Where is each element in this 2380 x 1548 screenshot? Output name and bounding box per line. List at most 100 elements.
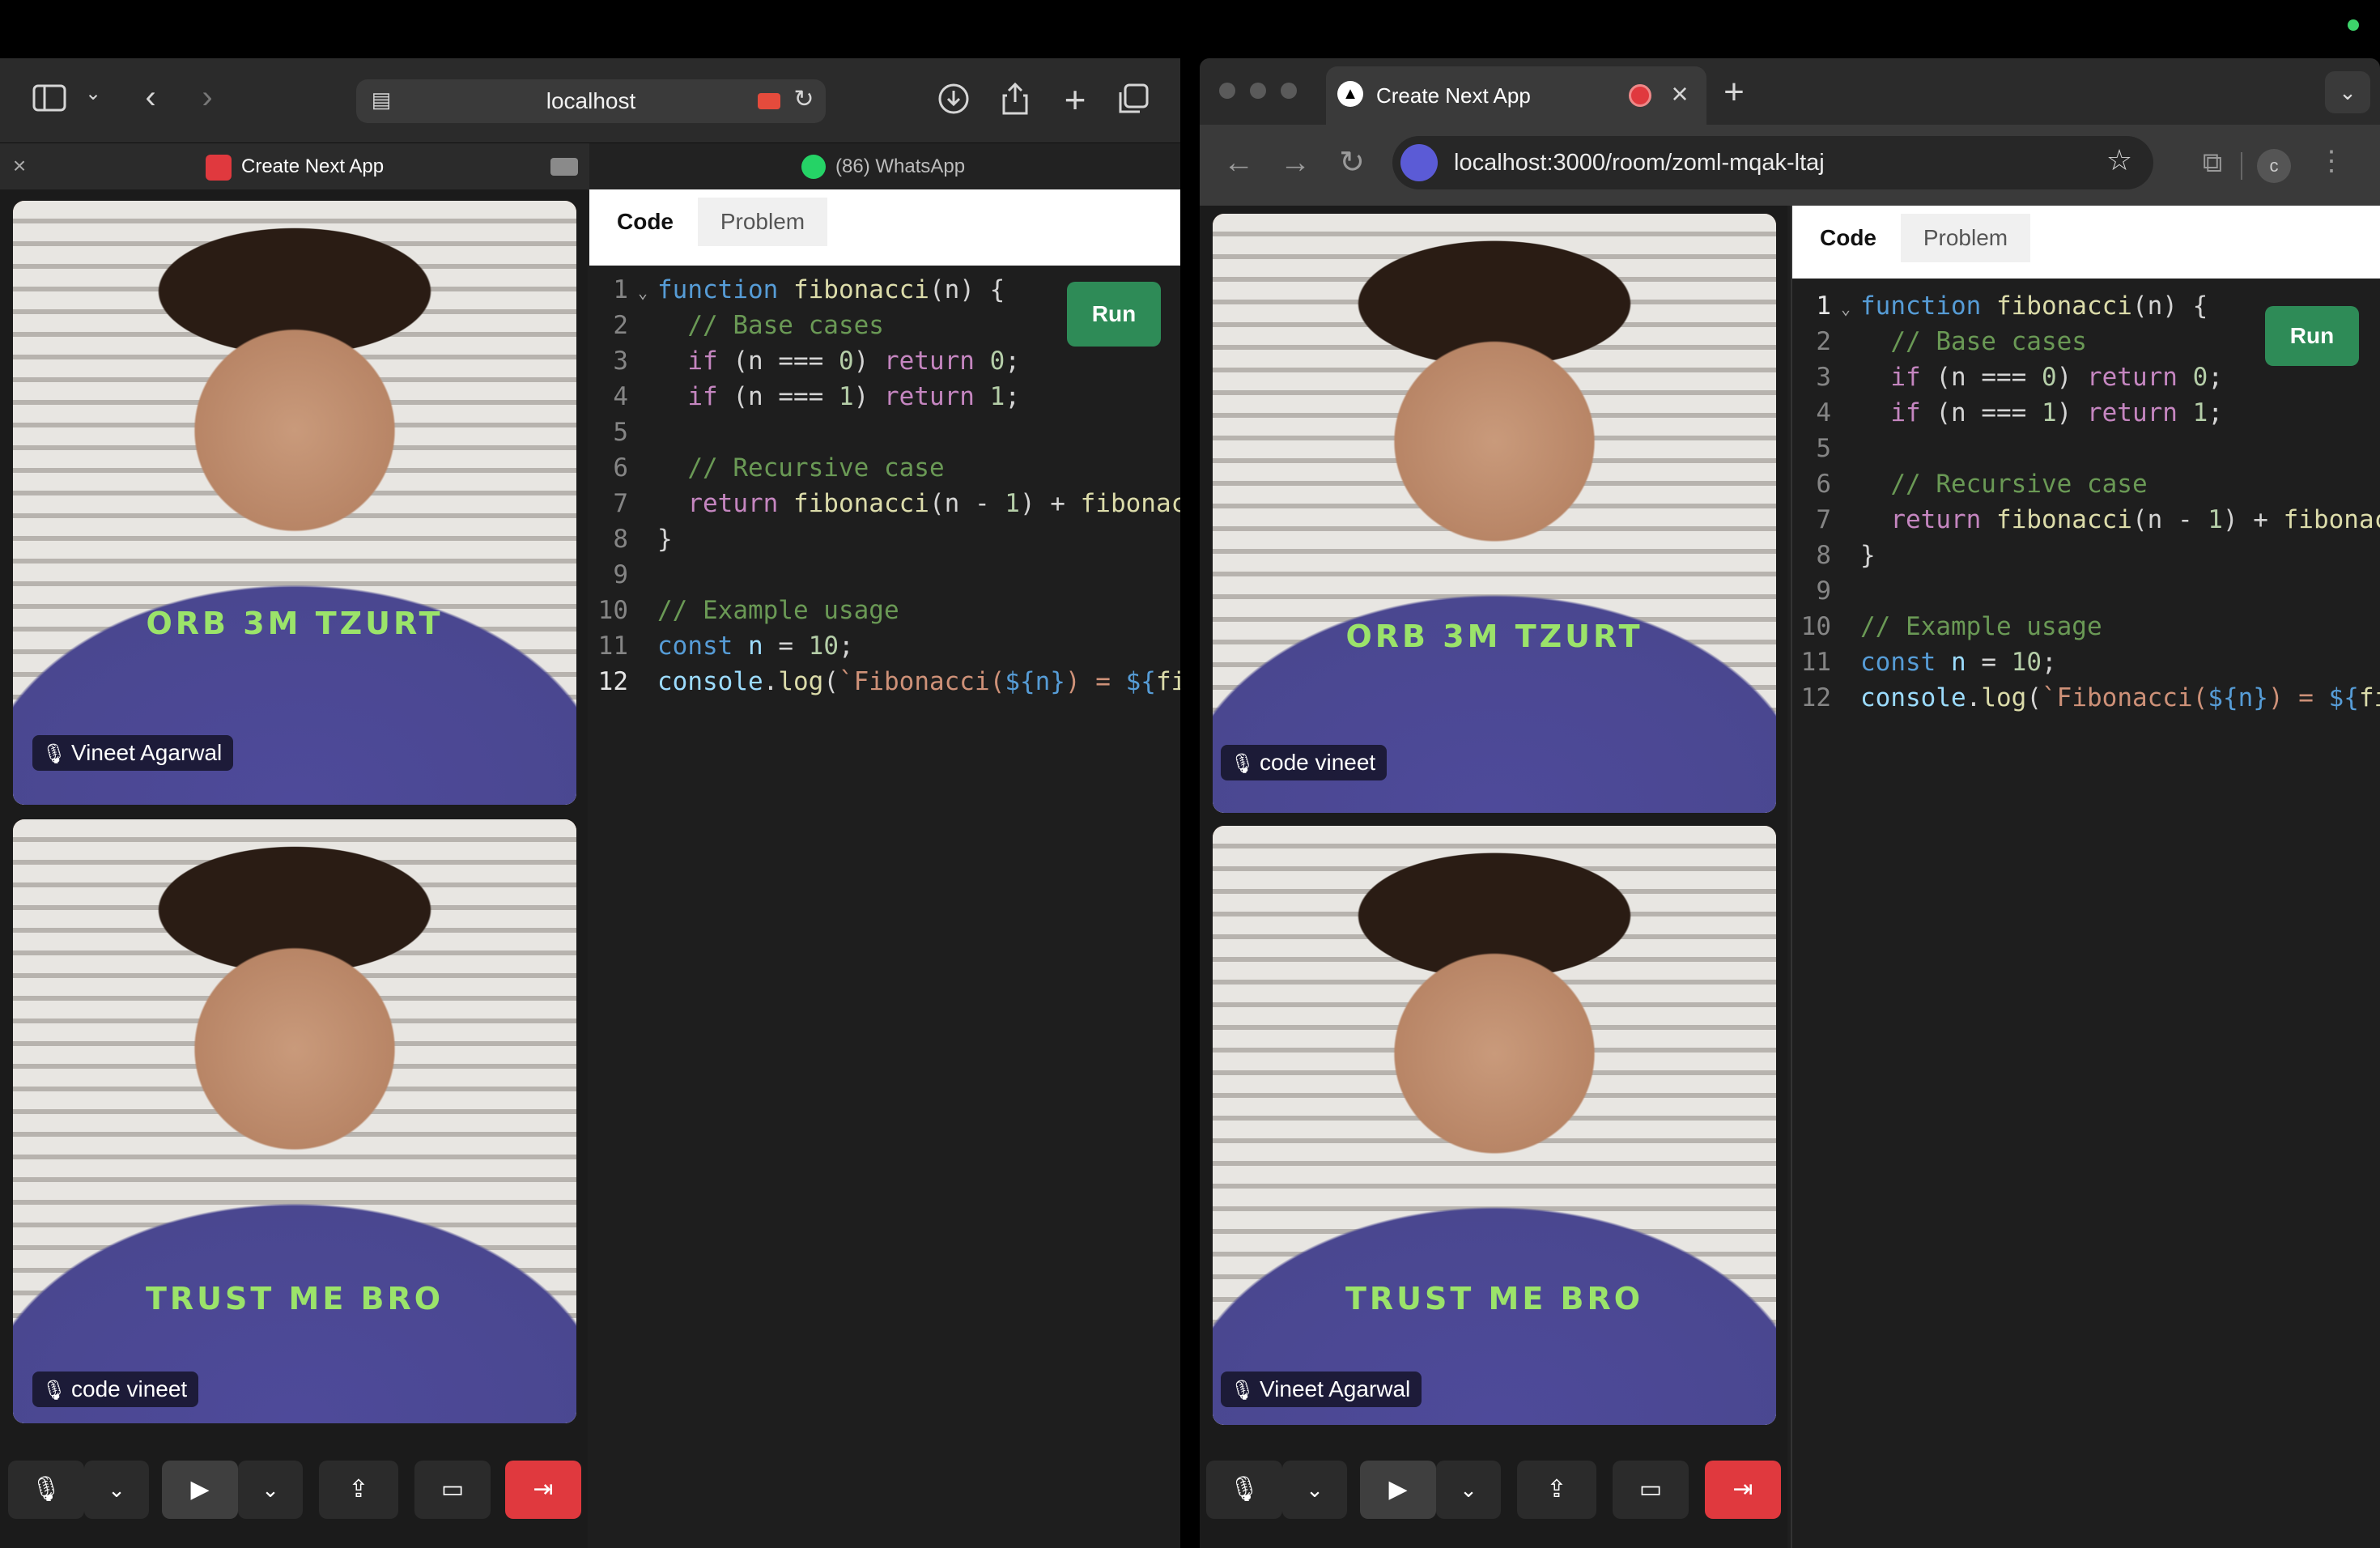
video-options-button[interactable]: ⌄	[238, 1461, 303, 1519]
site-info-icon[interactable]	[1400, 144, 1438, 181]
extensions-icon[interactable]: ⧉	[2195, 149, 2229, 183]
code-token: return	[2086, 398, 2193, 427]
chat-icon: ▭	[440, 1476, 465, 1503]
window-minimize-control[interactable]	[1250, 83, 1266, 99]
audio-options-button[interactable]: ⌄	[1282, 1461, 1347, 1519]
forward-icon[interactable]: ›	[191, 81, 223, 118]
video-tile: TRUST ME BRO 🎙︎ Vineet Agarwal	[1213, 826, 1776, 1425]
reload-icon[interactable]: ↻	[790, 87, 818, 115]
code-line[interactable]: 5	[589, 415, 1180, 450]
code-line[interactable]: 3 if (n === 0) return 0;	[589, 343, 1180, 379]
chevron-down-icon[interactable]: ⌄	[81, 84, 105, 117]
tab-code[interactable]: Code	[593, 198, 698, 246]
code-token: }	[1860, 541, 1876, 570]
bookmark-star-icon[interactable]: ☆	[2103, 146, 2136, 178]
code-line[interactable]: 7 return fibonacci(n - 1) + fibonacci(n …	[1792, 502, 2380, 538]
address-bar[interactable]: localhost:3000/room/zoml-mqak-ltaj ☆	[1392, 136, 2153, 189]
code-line[interactable]: 10 // Example usage	[1792, 609, 2380, 644]
tab-create-next-app[interactable]: ▲ Create Next App ×	[1326, 66, 1706, 125]
code-token: fibonacci	[1155, 667, 1180, 696]
participant-video	[13, 819, 576, 1423]
tab-problem[interactable]: Problem	[1901, 214, 2030, 262]
code-line[interactable]: 8}	[1792, 538, 2380, 573]
address-bar[interactable]: ▤ localhost ↻	[356, 79, 826, 123]
screen-share-button[interactable]: ⇪	[319, 1461, 398, 1519]
close-tab-icon[interactable]: ×	[1666, 79, 1694, 112]
share-icon[interactable]	[997, 81, 1033, 117]
tab-create-next-app[interactable]: × Create Next App	[0, 143, 589, 190]
new-tab-icon[interactable]: +	[1716, 74, 1752, 110]
code-token: (n) {	[929, 275, 1005, 304]
line-number: 1	[613, 275, 628, 304]
code-editor-panel: Code Problem 1 ⌄ function fibonacci(n) {2 …	[589, 189, 1180, 1548]
chat-button[interactable]: ▭	[1613, 1461, 1689, 1519]
code-line[interactable]: 5	[1792, 431, 2380, 466]
chevron-down-icon: ⌄	[1306, 1478, 1324, 1502]
code-line[interactable]: 7 return fibonacci(n - 1) + fibonacci(n …	[589, 486, 1180, 521]
code-token: 1	[2208, 505, 2223, 534]
editor-tab-bar: Code Problem	[589, 189, 1180, 266]
screen-share-button[interactable]: ⇪	[1517, 1461, 1596, 1519]
code-token: n	[1950, 648, 1966, 677]
mute-button[interactable]: 🎙︎	[8, 1461, 84, 1519]
code-line[interactable]: 4 if (n === 1) return 1;	[1792, 395, 2380, 431]
code-token: (n -	[929, 489, 1005, 518]
line-number: 8	[613, 525, 628, 554]
code-line[interactable]: 9	[589, 557, 1180, 593]
leave-icon: ⇥	[533, 1476, 554, 1503]
status-indicator	[2348, 19, 2359, 31]
video-options-button[interactable]: ⌄	[1436, 1461, 1501, 1519]
code-token: .	[1966, 683, 1982, 712]
camera-button[interactable]: ▶	[162, 1461, 238, 1519]
window-zoom-control[interactable]	[1281, 83, 1297, 99]
code-line[interactable]: 12 console.log(`Fibonacci(${n}) = ${fibon…	[589, 664, 1180, 700]
tab-search-button[interactable]: ⌄	[2325, 71, 2370, 113]
camera-button[interactable]: ▶	[1360, 1461, 1436, 1519]
new-tab-icon[interactable]: +	[1057, 81, 1093, 118]
reload-icon[interactable]: ↻	[1334, 147, 1370, 183]
sidebar-toggle-icon[interactable]	[31, 84, 68, 117]
code-line[interactable]: 4 if (n === 1) return 1;	[589, 379, 1180, 415]
forward-icon[interactable]: →	[1277, 147, 1313, 183]
camera-icon	[550, 158, 578, 176]
chat-button[interactable]: ▭	[414, 1461, 491, 1519]
leave-button[interactable]: ⇥	[505, 1461, 581, 1519]
tab-title: Create Next App	[1376, 83, 1531, 108]
code-line[interactable]: 8}	[589, 521, 1180, 557]
code-line[interactable]: 11 const n = 10;	[589, 628, 1180, 664]
audio-options-button[interactable]: ⌄	[84, 1461, 149, 1519]
code-token: // Base cases	[1860, 327, 2087, 356]
tab-problem[interactable]: Problem	[698, 198, 827, 246]
fold-chevron-icon[interactable]: ⌄	[628, 274, 657, 310]
back-icon[interactable]: ‹	[134, 81, 167, 118]
back-icon[interactable]: ←	[1221, 147, 1256, 183]
leave-button[interactable]: ⇥	[1705, 1461, 1781, 1519]
window-close-control[interactable]	[1219, 83, 1235, 99]
screen-share-icon: ⇪	[348, 1476, 369, 1503]
code-token: function	[657, 275, 793, 304]
tab-overview-icon[interactable]	[1116, 83, 1151, 118]
code-line[interactable]: 6 // Recursive case	[589, 450, 1180, 486]
tab-whatsapp[interactable]: (86) WhatsApp	[589, 143, 1180, 190]
tab-code[interactable]: Code	[1796, 214, 1901, 262]
profile-avatar[interactable]: c	[2257, 149, 2291, 183]
fold-chevron-icon[interactable]: ⌄	[1831, 291, 1860, 326]
chevron-down-icon: ⌄	[2339, 80, 2357, 104]
code-line[interactable]: 11 const n = 10;	[1792, 644, 2380, 680]
code-line[interactable]: 9	[1792, 573, 2380, 609]
run-button[interactable]: Run	[2265, 306, 2359, 366]
code-line[interactable]: 6 // Recursive case	[1792, 466, 2380, 502]
code-line[interactable]: 10 // Example usage	[589, 593, 1180, 628]
code-line[interactable]: 12 console.log(`Fibonacci(${n}) = ${fibon…	[1792, 680, 2380, 716]
run-button[interactable]: Run	[1067, 282, 1161, 347]
close-tab-icon[interactable]: ×	[8, 155, 31, 177]
shirt-print: ORB 3M TZURT	[1345, 619, 1643, 654]
code-token: fibonacci	[1995, 505, 2132, 534]
code-token: const	[1860, 648, 1951, 677]
mute-button[interactable]: 🎙︎	[1206, 1461, 1282, 1519]
line-number: 6	[613, 453, 628, 483]
camera-recording-icon	[758, 93, 780, 109]
download-icon[interactable]	[936, 83, 971, 118]
code-token: }	[657, 525, 673, 554]
more-menu-icon[interactable]: ⋮	[2317, 147, 2346, 183]
